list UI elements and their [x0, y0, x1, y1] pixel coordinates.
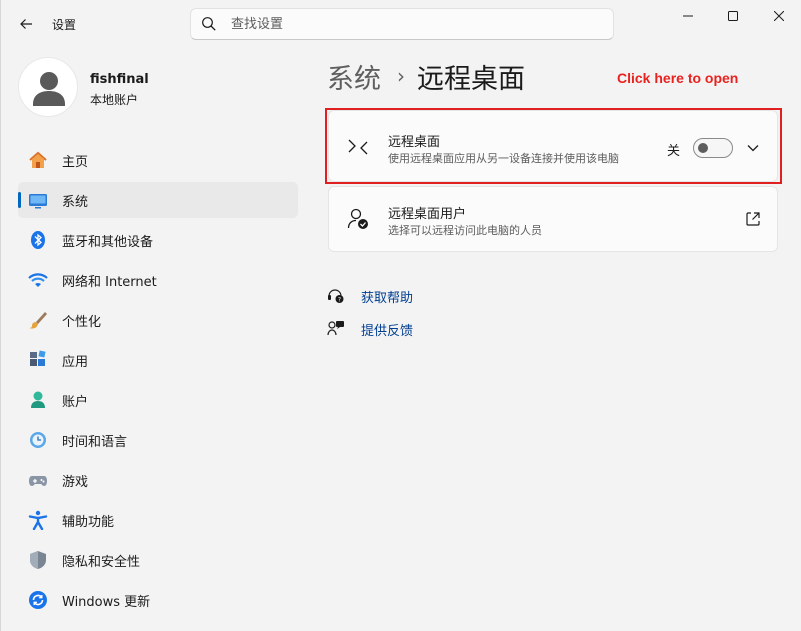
- feedback-label: 提供反馈: [361, 323, 414, 339]
- maximize-icon: [728, 11, 738, 21]
- sidebar-item-label: 主页: [62, 154, 89, 170]
- sidebar-item-label: 个性化: [62, 314, 102, 330]
- sidebar-item-label: 时间和语言: [62, 434, 128, 450]
- sidebar-item-time-language[interactable]: 时间和语言: [18, 422, 298, 458]
- sidebar-item-accessibility[interactable]: 辅助功能: [18, 502, 298, 538]
- sidebar-item-label: 系统: [62, 194, 89, 210]
- breadcrumb: 系统 › 远程桌面: [327, 56, 525, 96]
- system-icon: [29, 194, 47, 209]
- minimize-button[interactable]: [665, 0, 711, 32]
- feedback-link[interactable]: 提供反馈: [327, 318, 413, 340]
- back-arrow-icon: [20, 19, 32, 29]
- sidebar-item-label: Windows 更新: [62, 594, 151, 610]
- app-title: 设置: [52, 18, 77, 32]
- maximize-button[interactable]: [710, 0, 756, 32]
- gamepad-icon: [29, 476, 47, 486]
- apps-icon: [30, 350, 46, 366]
- sidebar-item-bluetooth[interactable]: 蓝牙和其他设备: [18, 222, 298, 258]
- brush-icon: [29, 312, 47, 329]
- time-language-icon: [30, 432, 46, 448]
- back-button[interactable]: [11, 10, 41, 38]
- help-icon: ?: [328, 289, 344, 304]
- active-indicator: [18, 192, 21, 208]
- remote-users-description: 选择可以远程访问此电脑的人员: [388, 224, 542, 237]
- sidebar-item-label: 辅助功能: [62, 514, 115, 530]
- account-icon: [31, 391, 45, 408]
- page-title: 远程桌面: [417, 63, 525, 95]
- sidebar-item-label: 账户: [62, 394, 89, 410]
- sidebar-item-gaming[interactable]: 游戏: [18, 462, 298, 498]
- sidebar-item-label: 游戏: [62, 474, 89, 490]
- remote-users-title: 远程桌面用户: [388, 207, 467, 222]
- highlight-box: [325, 108, 782, 184]
- sidebar-item-label: 隐私和安全性: [62, 554, 141, 570]
- get-help-link[interactable]: ? 获取帮助: [327, 285, 413, 307]
- settings-window: 设置 fishfinal 本地账户: [0, 0, 801, 631]
- remote-desktop-users-card[interactable]: 远程桌面用户 选择可以远程访问此电脑的人员: [328, 186, 778, 252]
- user-check-icon: [347, 208, 368, 229]
- home-icon: [29, 151, 47, 168]
- sidebar-nav: 主页 系统 蓝牙和其他设备 网络和 Internet 个性化 应用 账户 时间和…: [18, 142, 298, 622]
- sidebar-item-network[interactable]: 网络和 Internet: [18, 262, 298, 298]
- sidebar-item-apps[interactable]: 应用: [18, 342, 298, 378]
- sidebar-item-personalization[interactable]: 个性化: [18, 302, 298, 338]
- user-name: fishfinal: [90, 72, 149, 87]
- sidebar-item-accounts[interactable]: 账户: [18, 382, 298, 418]
- user-avatar-icon: [33, 72, 65, 106]
- svg-text:?: ?: [338, 297, 341, 304]
- close-button[interactable]: [756, 0, 801, 32]
- avatar[interactable]: [18, 57, 78, 117]
- breadcrumb-parent[interactable]: 系统: [327, 57, 381, 96]
- sidebar-item-system[interactable]: 系统: [18, 182, 298, 218]
- wifi-icon: [28, 273, 48, 287]
- sidebar-item-label: 网络和 Internet: [62, 274, 157, 290]
- feedback-icon: [327, 321, 344, 336]
- get-help-label: 获取帮助: [361, 290, 414, 306]
- click-here-annotation: Click here to open: [617, 70, 739, 86]
- title-bar: 设置: [1, 0, 801, 48]
- search-box[interactable]: [190, 8, 614, 40]
- search-icon: [202, 17, 216, 31]
- shield-icon: [30, 551, 46, 569]
- sidebar-item-label: 应用: [62, 354, 89, 370]
- search-input[interactable]: [231, 9, 601, 39]
- windows-update-icon: [29, 591, 47, 609]
- minimize-icon: [683, 15, 693, 17]
- open-external-icon[interactable]: [745, 211, 761, 227]
- sidebar-item-windows-update[interactable]: Windows 更新: [18, 582, 298, 618]
- breadcrumb-separator: ›: [397, 64, 405, 88]
- accessibility-icon: [28, 510, 48, 530]
- bluetooth-icon: [31, 231, 45, 249]
- sidebar-item-home[interactable]: 主页: [18, 142, 298, 178]
- sidebar-item-privacy[interactable]: 隐私和安全性: [18, 542, 298, 578]
- user-account-type: 本地账户: [90, 93, 139, 107]
- close-icon: [774, 11, 784, 21]
- sidebar-item-label: 蓝牙和其他设备: [62, 234, 154, 250]
